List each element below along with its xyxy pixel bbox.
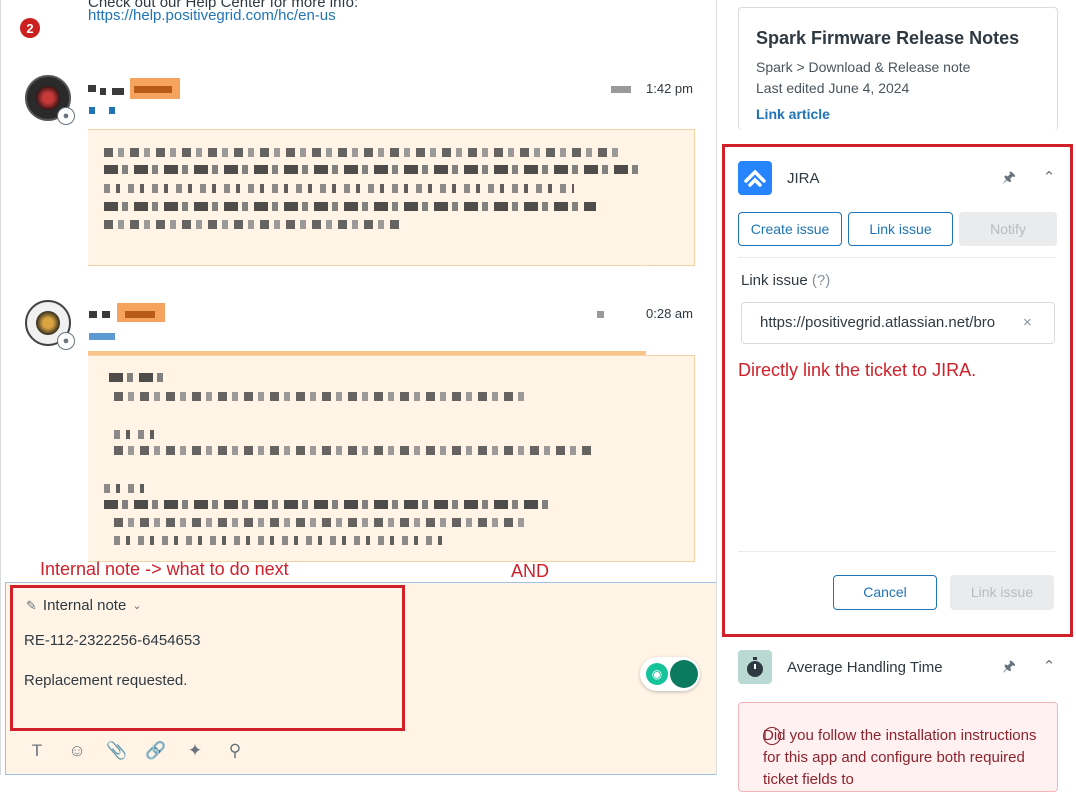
article-breadcrumb: Spark > Download & Release note [756, 59, 971, 75]
annotation-box-jira [722, 144, 1073, 637]
annotation-internal-note: Internal note -> what to do next [40, 559, 289, 579]
lightbulb-icon: ◉ [646, 663, 668, 685]
internal-note-bubble [88, 355, 695, 562]
notification-badge: 2 [20, 18, 40, 38]
aht-app-title: Average Handling Time [787, 659, 943, 676]
avatar-image [36, 311, 60, 335]
avatar: ● [25, 75, 75, 125]
article-title: Spark Firmware Release Notes [756, 28, 1020, 48]
text-format-icon[interactable]: T [26, 740, 48, 762]
aht-warning-box: Did you follow the installation instruct… [738, 702, 1058, 792]
annotation-box-internal-note [10, 585, 405, 731]
help-center-link[interactable]: https://help.positivegrid.com/hc/en-us [88, 7, 336, 24]
avatar: ● [25, 300, 75, 350]
redacted-date [611, 86, 631, 93]
stopwatch-icon [738, 650, 772, 684]
grammar-assistant-widget[interactable]: ◉ [640, 657, 700, 691]
message-timestamp: 1:42 pm [646, 81, 693, 96]
redacted-date [597, 311, 604, 318]
avatar-image [36, 86, 60, 110]
article-edited-date: Last edited June 4, 2024 [756, 80, 910, 96]
kb-article-card: Spark Firmware Release Notes Spark > Dow… [738, 7, 1058, 130]
chevron-up-icon[interactable]: ⌃ [1038, 656, 1060, 678]
emoji-icon[interactable]: ☺ [66, 740, 88, 762]
attachment-icon[interactable]: 📎 [106, 740, 128, 762]
link-icon[interactable]: 🔗 [145, 740, 167, 762]
annotation-and: AND [511, 561, 550, 581]
aht-warning-text: Did you follow the installation instruct… [763, 727, 1037, 788]
grammarly-icon [670, 660, 698, 688]
message-timestamp: 0:28 am [646, 306, 693, 321]
search-icon[interactable]: ⚲ [224, 740, 246, 762]
link-article-button[interactable]: Link article [756, 106, 830, 122]
magic-wand-icon[interactable]: ✦ [184, 740, 206, 762]
user-icon: ● [57, 107, 75, 125]
pin-icon[interactable]: 🖈 [998, 656, 1020, 678]
user-icon: ● [57, 332, 75, 350]
conversation-pane: Check out our Help Center for more info:… [0, 0, 716, 775]
